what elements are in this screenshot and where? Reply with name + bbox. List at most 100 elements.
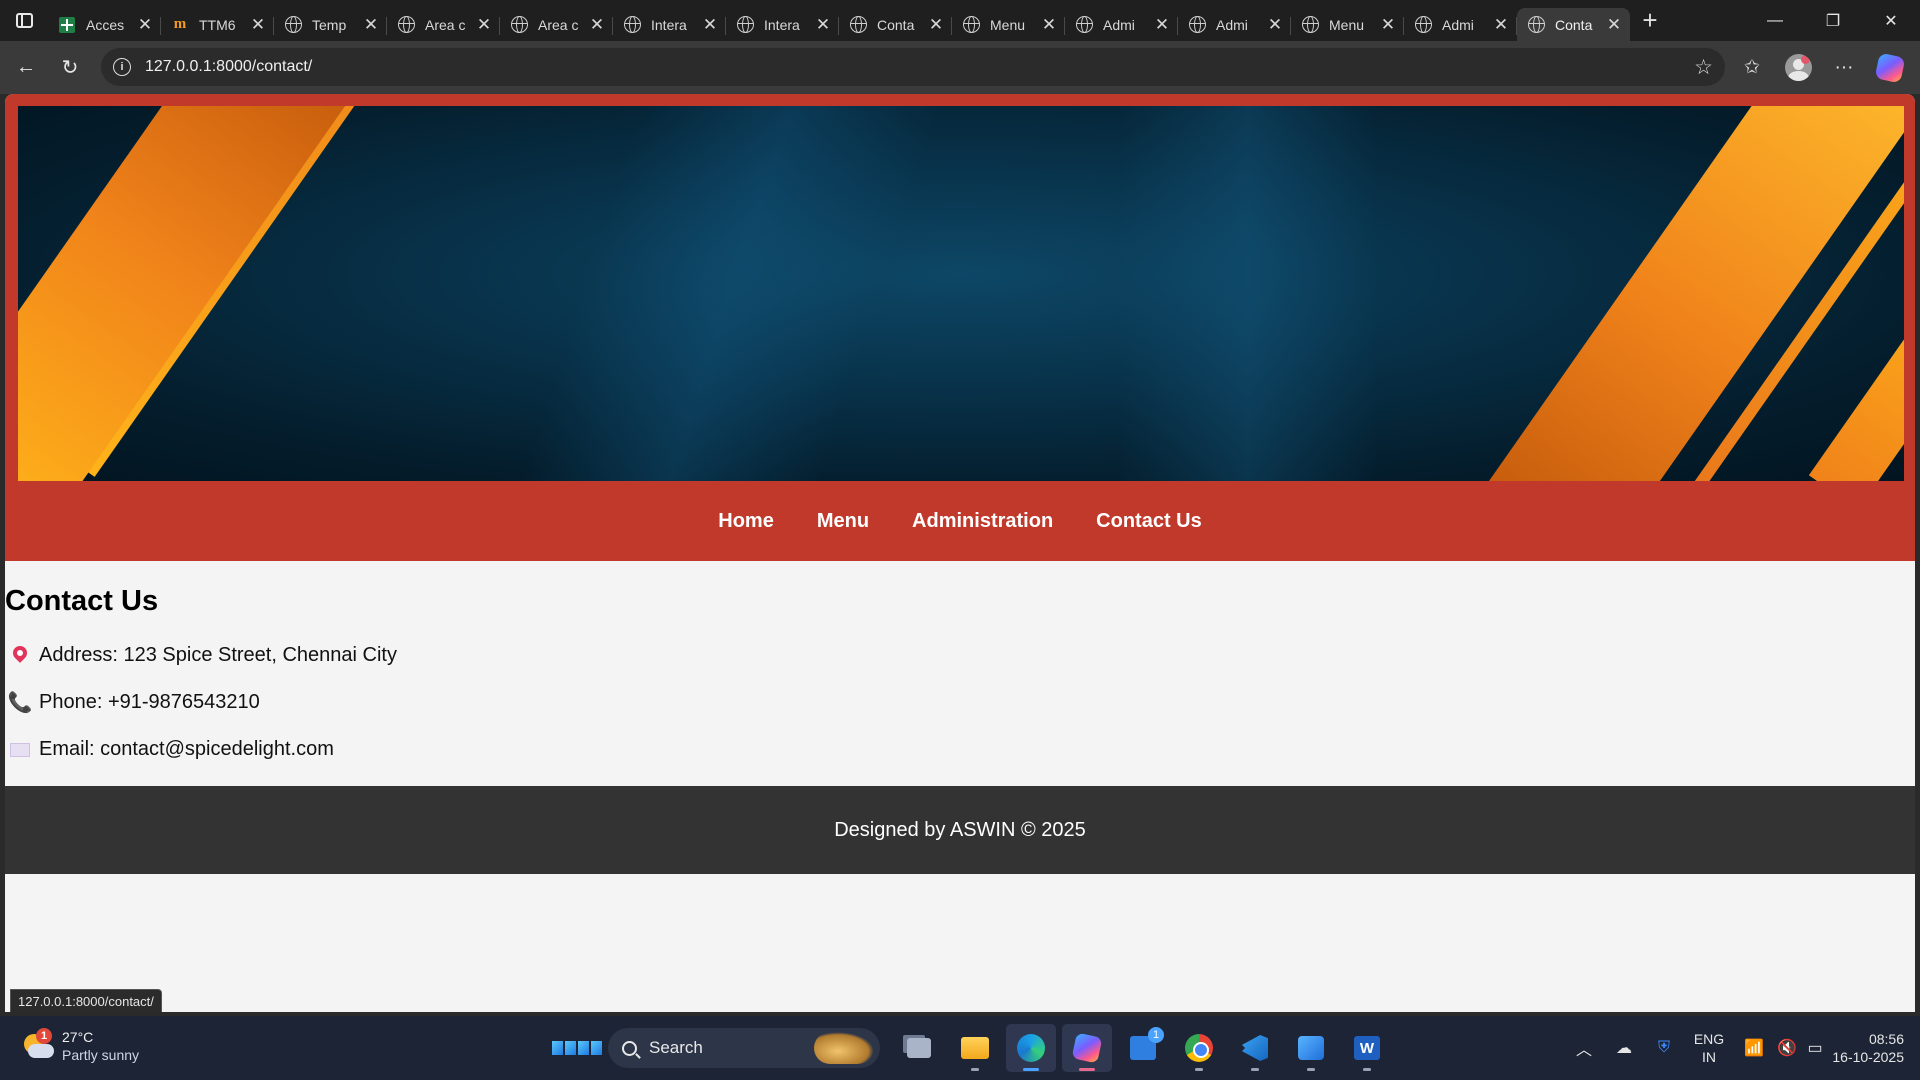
restore-button[interactable]: ❐ <box>1804 0 1862 41</box>
search-highlight-image <box>814 1032 874 1064</box>
browser-tab[interactable]: Conta ✕ <box>839 8 952 41</box>
close-tab-icon[interactable]: ✕ <box>1041 15 1057 35</box>
nav-link-menu[interactable]: Menu <box>817 510 869 533</box>
globe-icon <box>623 16 641 33</box>
sheet-icon <box>59 16 75 33</box>
avatar <box>1784 54 1812 81</box>
address-bar[interactable]: i 127.0.0.1:8000/contact/ ☆ <box>101 48 1725 86</box>
task-view-button[interactable] <box>894 1024 944 1072</box>
copilot-button[interactable] <box>1870 48 1910 88</box>
close-tab-icon[interactable]: ✕ <box>476 15 492 35</box>
globe-icon <box>1188 16 1206 33</box>
tab-list: Acces ✕ m TTM6 ✕ Temp ✕ Area c ✕ Area c ✕ Inte… <box>48 0 1630 41</box>
link-status-tooltip: 127.0.0.1:8000/contact/ <box>10 989 162 1012</box>
word-button[interactable]: W <box>1342 1024 1392 1072</box>
word-icon: W <box>1354 1036 1380 1060</box>
vscode-button[interactable] <box>1230 1024 1280 1072</box>
close-tab-icon[interactable]: ✕ <box>1493 15 1509 35</box>
weather-widget[interactable]: 1 27°C Partly sunny <box>22 1028 139 1064</box>
tab-actions-button[interactable] <box>0 0 48 41</box>
close-tab-icon[interactable]: ✕ <box>1380 15 1396 35</box>
favorites-button[interactable]: ✩ <box>1732 48 1772 88</box>
copilot-icon <box>1071 1032 1103 1064</box>
browser-tab[interactable]: Menu ✕ <box>1291 8 1404 41</box>
more-options-button[interactable]: ··· <box>1824 48 1864 88</box>
reload-button[interactable]: ↻ <box>48 48 92 88</box>
browser-tab[interactable]: Admi ✕ <box>1404 8 1517 41</box>
close-tab-icon[interactable]: ✕ <box>1267 15 1283 35</box>
browser-viewport: Home Menu Administration Contact Us Cont… <box>0 94 1920 1016</box>
close-window-button[interactable]: ✕ <box>1862 0 1920 41</box>
close-tab-icon[interactable]: ✕ <box>589 15 605 35</box>
browser-tab[interactable]: Acces ✕ <box>48 8 161 41</box>
browser-tab[interactable]: Admi ✕ <box>1178 8 1291 41</box>
phone-text: Phone: +91-9876543210 <box>39 691 260 713</box>
favorite-star-icon[interactable]: ☆ <box>1694 55 1713 80</box>
contact-section: Contact Us Address: 123 Spice Street, Ch… <box>5 561 1915 786</box>
url-text[interactable]: 127.0.0.1:8000/contact/ <box>145 58 312 76</box>
browser-tab[interactable]: Intera ✕ <box>613 8 726 41</box>
close-tab-icon[interactable]: ✕ <box>815 15 831 35</box>
close-tab-icon[interactable]: ✕ <box>363 15 379 35</box>
copilot-icon <box>1874 52 1906 83</box>
nav-link-home[interactable]: Home <box>718 510 774 533</box>
profile-button[interactable] <box>1778 48 1818 88</box>
close-tab-icon[interactable]: ✕ <box>1606 15 1622 35</box>
minimize-button[interactable]: — <box>1746 0 1804 41</box>
back-button[interactable]: ← <box>4 48 48 88</box>
edge-icon <box>1017 1034 1045 1062</box>
onedrive-icon[interactable]: ☁ <box>1604 1038 1644 1058</box>
browser-tab-strip: Acces ✕ m TTM6 ✕ Temp ✕ Area c ✕ Area c ✕ Inte… <box>0 0 1920 41</box>
map-pin-icon <box>10 642 30 663</box>
browser-tab[interactable]: Admi ✕ <box>1065 8 1178 41</box>
show-hidden-icons-button[interactable]: ︿ <box>1564 1036 1604 1060</box>
browser-toolbar: ← ↻ i 127.0.0.1:8000/contact/ ☆ ✩ ··· <box>0 41 1920 94</box>
browser-tab[interactable]: Temp ✕ <box>274 8 387 41</box>
browser-tab[interactable]: Area c ✕ <box>387 8 500 41</box>
address-text: Address: 123 Spice Street, Chennai City <box>39 644 397 666</box>
photos-icon <box>1298 1036 1324 1060</box>
weather-temp: 27°C <box>62 1029 94 1045</box>
close-tab-icon[interactable]: ✕ <box>928 15 944 35</box>
browser-tab[interactable]: m TTM6 ✕ <box>161 8 274 41</box>
globe-icon <box>1075 16 1093 33</box>
partly-sunny-icon: 1 <box>22 1028 54 1062</box>
clock[interactable]: 08:56 16-10-2025 <box>1830 1030 1920 1066</box>
chrome-icon <box>1185 1034 1213 1062</box>
globe-icon <box>510 16 528 33</box>
close-tab-icon[interactable]: ✕ <box>137 15 153 35</box>
volume-muted-icon[interactable]: 🔇 <box>1774 1038 1800 1058</box>
taskbar-search[interactable]: Search <box>608 1028 880 1068</box>
globe-icon <box>736 16 754 33</box>
language-indicator[interactable]: ENG IN <box>1684 1030 1734 1066</box>
new-tab-button[interactable]: + <box>1630 0 1670 41</box>
store-button[interactable]: 1 <box>1118 1024 1168 1072</box>
battery-icon[interactable]: ▭ <box>1800 1038 1830 1058</box>
file-explorer-button[interactable] <box>950 1024 1000 1072</box>
chrome-button[interactable] <box>1174 1024 1224 1072</box>
tab-actions-icon <box>15 13 33 28</box>
site-header: Home Menu Administration Contact Us <box>5 94 1915 561</box>
wifi-icon[interactable]: 📶 <box>1734 1038 1774 1058</box>
footer-credit: Designed by ASWIN © 2025 <box>834 818 1086 841</box>
close-tab-icon[interactable]: ✕ <box>1154 15 1170 35</box>
copilot-app-button[interactable] <box>1062 1024 1112 1072</box>
browser-tab-active[interactable]: Conta ✕ <box>1517 8 1630 41</box>
browser-tab[interactable]: Menu ✕ <box>952 8 1065 41</box>
page-title: Contact Us <box>5 585 159 617</box>
browser-tab[interactable]: Area c ✕ <box>500 8 613 41</box>
nav-link-contact[interactable]: Contact Us <box>1096 510 1202 533</box>
nav-link-administration[interactable]: Administration <box>912 510 1053 533</box>
clock-time: 08:56 <box>1868 1031 1904 1047</box>
photos-button[interactable] <box>1286 1024 1336 1072</box>
globe-icon <box>962 16 980 33</box>
browser-tab[interactable]: Intera ✕ <box>726 8 839 41</box>
close-tab-icon[interactable]: ✕ <box>702 15 718 35</box>
security-shield-icon[interactable]: ⛨ <box>1644 1039 1684 1057</box>
close-tab-icon[interactable]: ✕ <box>250 15 266 35</box>
edge-button[interactable] <box>1006 1024 1056 1072</box>
site-info-icon[interactable]: i <box>113 58 131 76</box>
contact-phone: 📞 Phone: +91-9876543210 <box>8 691 260 714</box>
site-footer: Designed by ASWIN © 2025 <box>5 786 1915 874</box>
start-button[interactable] <box>552 1024 602 1072</box>
